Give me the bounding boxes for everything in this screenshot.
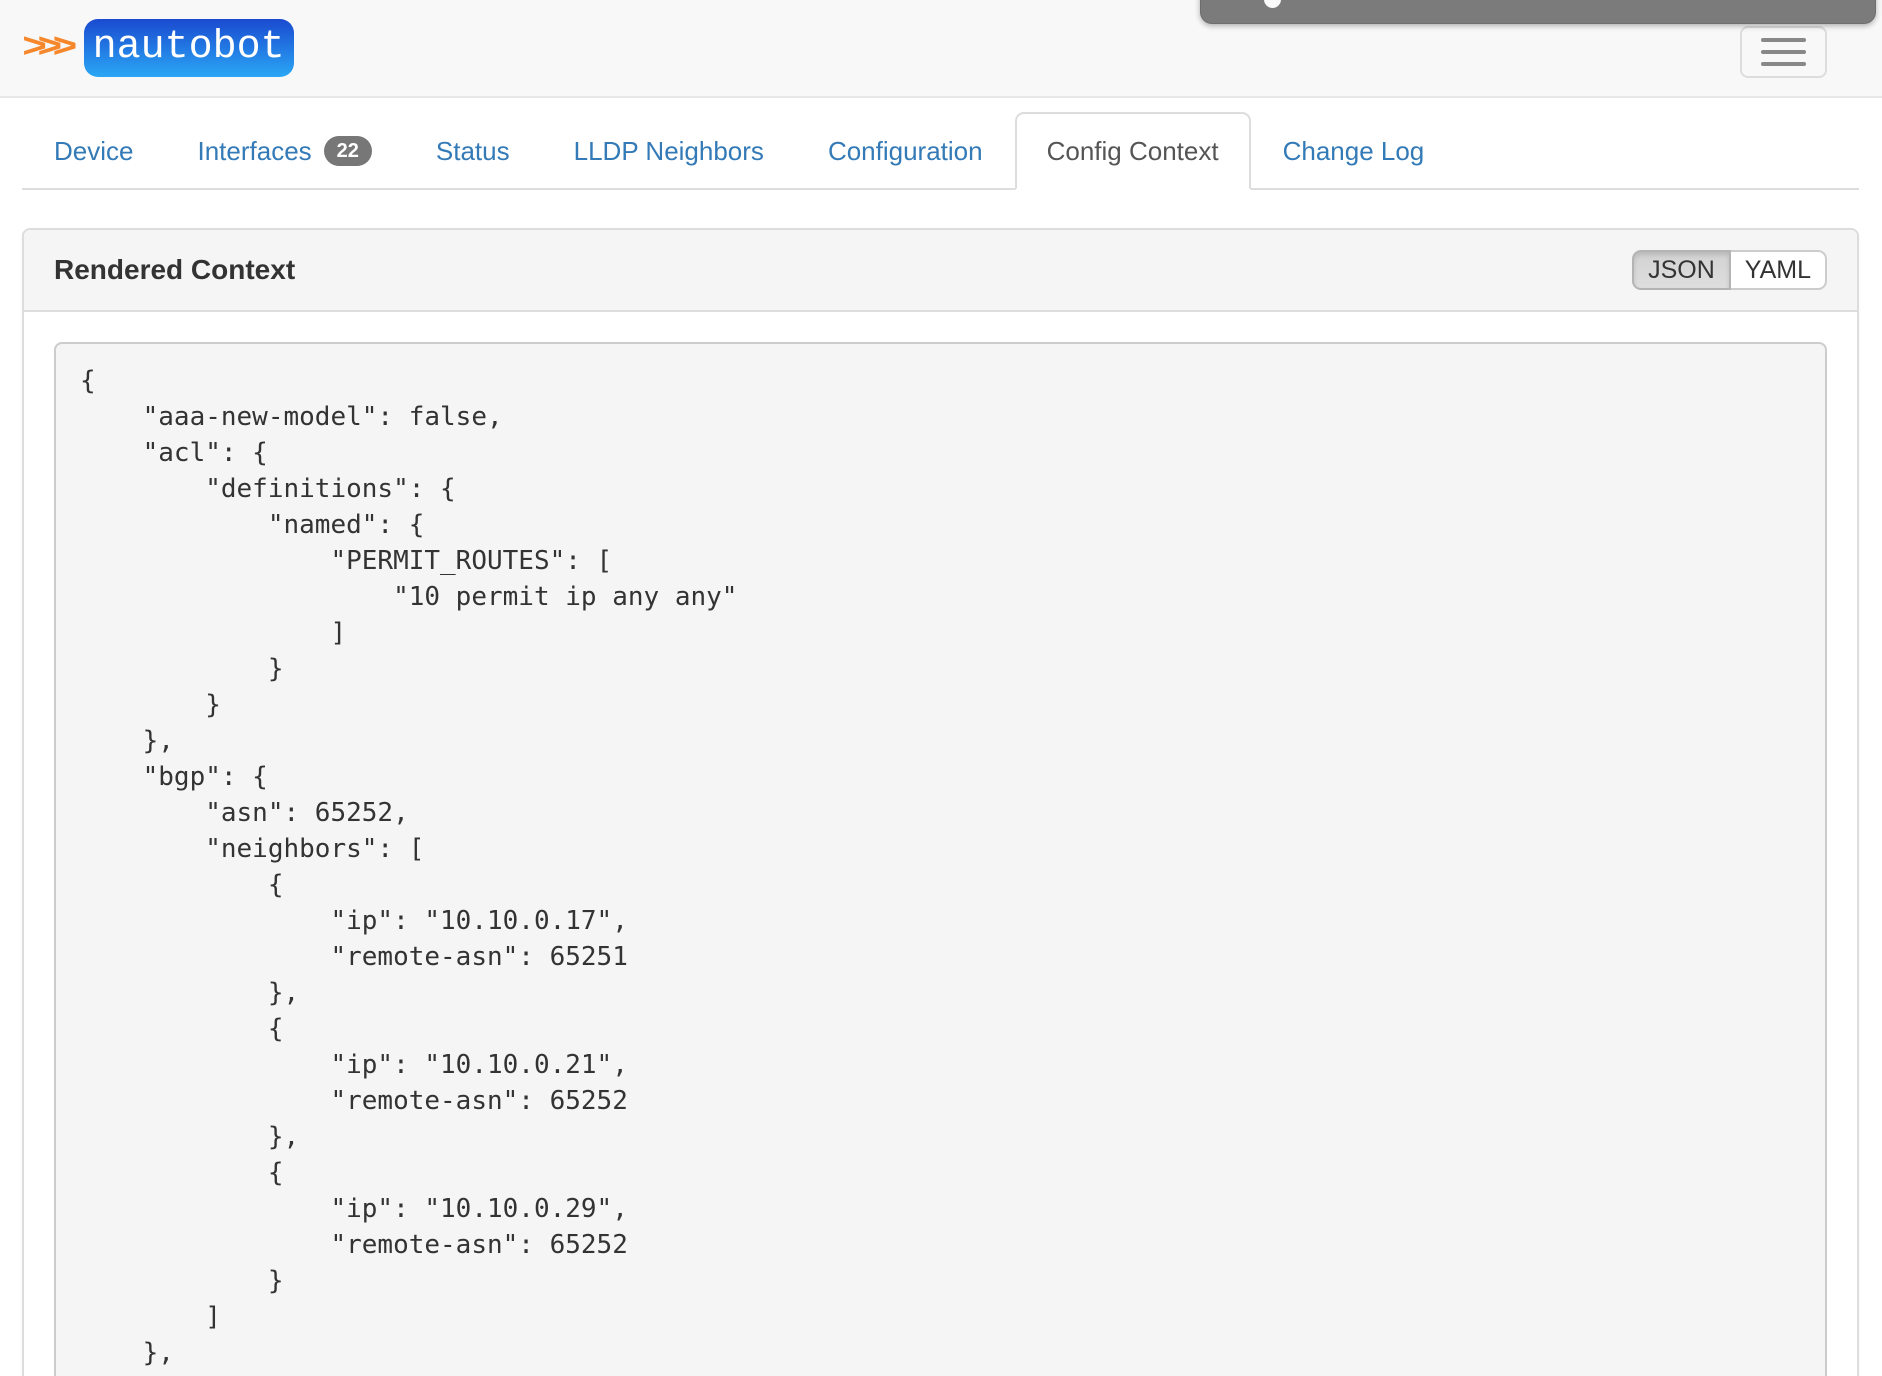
tab-label: Device — [54, 133, 133, 169]
yaml-toggle-button[interactable]: YAML — [1729, 250, 1827, 290]
panel-heading: Rendered Context JSON YAML — [24, 230, 1857, 312]
nautobot-logo[interactable]: >>> nautobot — [22, 0, 294, 96]
tab-change-log[interactable]: Change Log — [1251, 112, 1457, 190]
tab-label: Config Context — [1047, 133, 1219, 169]
brand-chevrons-icon: >>> — [22, 31, 68, 65]
tab-device[interactable]: Device — [22, 112, 165, 190]
hamburger-icon — [1761, 62, 1806, 66]
hamburger-icon — [1761, 50, 1806, 54]
tab-lldp-neighbors[interactable]: LLDP Neighbors — [542, 112, 796, 190]
menu-toggle-button[interactable] — [1740, 26, 1827, 78]
format-toggle-group: JSON YAML — [1632, 250, 1827, 290]
nautobot-logo-text: nautobot — [84, 19, 294, 77]
tab-configuration[interactable]: Configuration — [796, 112, 1015, 190]
panel-body: { "aaa-new-model": false, "acl": { "defi… — [24, 312, 1857, 1376]
notification-toast[interactable] — [1200, 0, 1876, 24]
tab-label: Change Log — [1283, 133, 1425, 169]
tab-label: LLDP Neighbors — [574, 133, 764, 169]
rendered-context-panel: Rendered Context JSON YAML { "aaa-new-mo… — [22, 228, 1859, 1376]
json-toggle-button[interactable]: JSON — [1632, 250, 1731, 290]
rendered-context-code: { "aaa-new-model": false, "acl": { "defi… — [54, 342, 1827, 1376]
hamburger-icon — [1761, 38, 1806, 42]
panel-title: Rendered Context — [54, 254, 295, 286]
interfaces-count-badge: 22 — [324, 136, 372, 166]
tab-interfaces[interactable]: Interfaces 22 — [165, 112, 403, 190]
tab-config-context[interactable]: Config Context — [1015, 112, 1251, 190]
tab-status[interactable]: Status — [404, 112, 542, 190]
main-container: Device Interfaces 22 Status LLDP Neighbo… — [22, 112, 1859, 1376]
device-tabs: Device Interfaces 22 Status LLDP Neighbo… — [22, 112, 1859, 190]
tab-label: Status — [436, 133, 510, 169]
tab-label: Interfaces — [197, 133, 311, 169]
tab-label: Configuration — [828, 133, 983, 169]
